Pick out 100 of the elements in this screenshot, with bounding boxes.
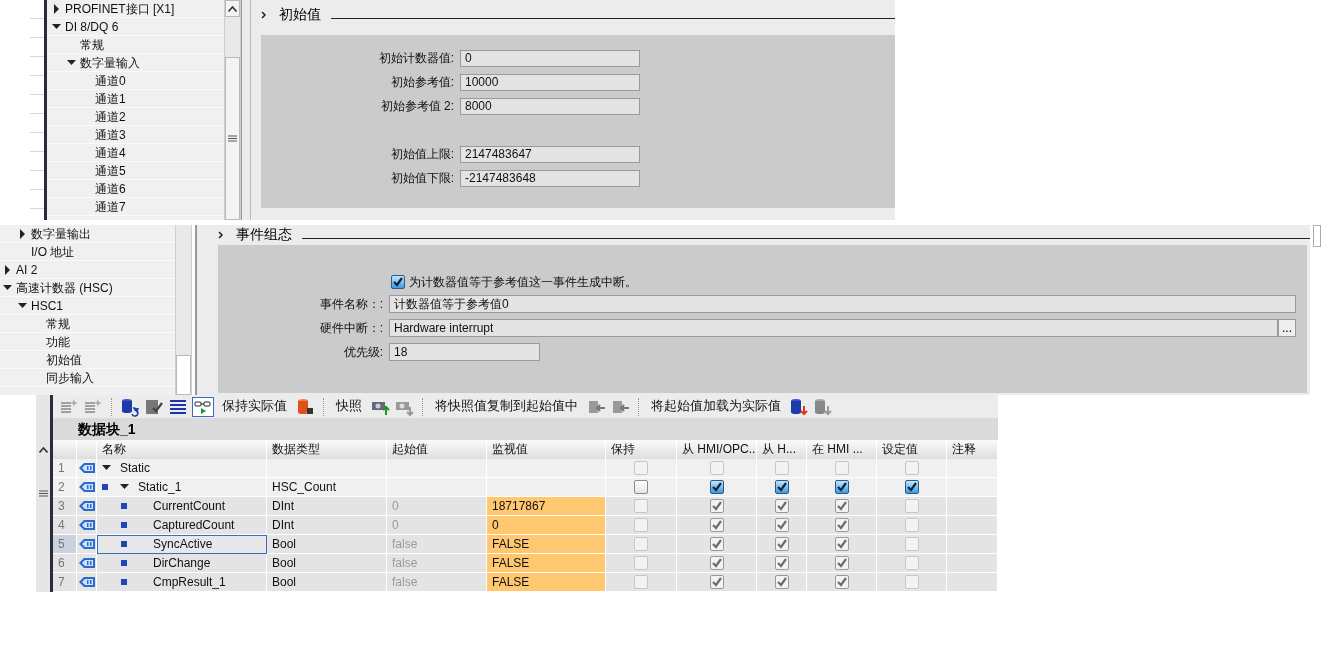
field-label: 初始参考值 2: [379,98,455,115]
caret-down-icon[interactable] [52,21,61,32]
column-header[interactable]: 注释 [947,440,998,459]
browse-button[interactable]: ... [1278,319,1296,337]
tree-item[interactable]: 数字量输出 [0,225,175,243]
table-cell: FALSE [487,573,606,592]
chevron-right-icon[interactable] [261,11,267,19]
scrollbar[interactable] [224,0,241,220]
row-number[interactable]: 4 [53,516,77,535]
checkbox[interactable] [391,275,405,289]
row-number[interactable]: 1 [53,459,77,478]
column-header[interactable]: 从 HMI/OPC.. [677,440,757,459]
chevron-right-icon[interactable] [218,231,224,239]
column-header[interactable]: 保持 [606,440,677,459]
database-icon[interactable] [295,396,315,417]
column-header[interactable]: 设定值 [877,440,947,459]
input-field[interactable]: 计数器值等于参考值0 [389,295,1296,313]
monitor-toggle[interactable] [192,396,214,417]
input-field[interactable]: -2147483648 [460,170,640,187]
column-header[interactable]: 在 HMI ... [807,440,877,459]
row-number[interactable]: 3 [53,497,77,516]
toolbar-button[interactable]: 将起始值加载为实际值 [647,398,785,415]
input-field[interactable]: 10000 [460,74,640,91]
table-cell: DInt [267,516,387,535]
bullet-icon [121,522,127,528]
tree-item[interactable]: 高速计数器 (HSC) [0,279,175,297]
toolbar-button[interactable]: 快照 [332,398,366,415]
tree-item[interactable]: 同步输入 [0,369,175,387]
database-icon[interactable] [120,396,140,417]
table-cell: 0 [387,497,487,516]
tree-item[interactable]: 通道1 [47,90,224,108]
caret-down-icon[interactable] [102,463,111,473]
caret-down-icon[interactable] [18,300,27,311]
field-label: 初始参考值: [389,74,455,91]
checkbox[interactable] [774,480,789,494]
tree-item[interactable]: 初始值 [0,351,175,369]
tree-item[interactable]: 通道3 [47,126,224,144]
table-cell: 18717867 [487,497,606,516]
row-number[interactable]: 7 [53,573,77,592]
scrollbar[interactable] [175,225,192,395]
tree-item[interactable]: 通道2 [47,108,224,126]
input-field[interactable]: Hardware interrupt [389,319,1278,337]
field-label: 硬件中断：: [318,319,383,337]
scrollbar[interactable] [36,395,50,592]
checkbox[interactable] [709,480,724,494]
caret-down-icon[interactable] [3,282,12,293]
column-header[interactable]: 数据类型 [267,440,387,459]
column-header[interactable]: 名称 [97,440,267,459]
arrow-up-icon[interactable] [38,447,48,453]
arrow-up-icon[interactable] [228,5,237,12]
checkbox[interactable] [834,480,849,494]
table-cell: Bool [267,535,387,554]
checkbox[interactable] [904,480,919,494]
input-field[interactable]: 8000 [460,98,640,115]
tree-item[interactable]: 功能 [0,333,175,351]
variable-name: DirChange [153,554,211,572]
tree-item[interactable]: 通道4 [47,144,224,162]
bullet-icon [121,579,127,585]
tree-item[interactable]: 常规 [47,36,224,54]
checkbox-label: 为计数器值等于参考值这一事件生成中断。 [409,273,637,291]
toolbar-button[interactable]: 将快照值复制到起始值中 [431,398,582,415]
table-cell: false [387,573,487,592]
tag-icon [78,482,95,492]
tree-item[interactable]: 数字量输入 [47,54,224,72]
caret-right-icon[interactable] [3,264,12,275]
caret-down-icon[interactable] [67,57,76,68]
checkbox[interactable] [634,480,648,494]
table-cell: 0 [387,516,487,535]
row-number[interactable]: 6 [53,554,77,573]
input-field[interactable]: 2147483647 [460,146,640,163]
tree-item[interactable]: AI 2 [0,261,175,279]
tree-item[interactable]: 通道6 [47,180,224,198]
scrollbar[interactable] [1313,225,1321,247]
tree-item[interactable]: PROFINET接口 [X1] [47,0,224,18]
variable-name: SyncActive [153,535,213,553]
input-field[interactable]: 18 [389,343,540,361]
tree-item[interactable]: DI 8/DQ 6 [47,18,224,36]
column-header[interactable]: 起始值 [387,440,487,459]
caret-down-icon[interactable] [120,482,129,492]
tree-item[interactable]: HSC1 [0,297,175,315]
section-title: 事件组态 [236,226,292,244]
tree-item[interactable]: 通道7 [47,198,224,216]
tree-item[interactable]: I/O 地址 [0,243,175,261]
caret-right-icon[interactable] [52,3,61,14]
table-cell: FALSE [487,554,606,573]
database-icon[interactable] [789,396,809,417]
column-header[interactable]: 监视值 [487,440,606,459]
bullet-icon [121,503,127,509]
column-header[interactable]: 从 H... [757,440,807,459]
tree-item[interactable]: 通道5 [47,162,224,180]
tree-item[interactable]: 通道0 [47,72,224,90]
table-cell: FALSE [487,535,606,554]
tree-item[interactable]: 常规 [0,315,175,333]
toolbar-button[interactable]: 保持实际值 [218,398,291,415]
caret-right-icon[interactable] [18,228,27,239]
table-cell: false [387,554,487,573]
row-number[interactable]: 2 [53,478,77,497]
field-label: 初始值上限: [389,146,455,163]
tag-icon [78,501,95,511]
input-field[interactable]: 0 [460,50,640,67]
